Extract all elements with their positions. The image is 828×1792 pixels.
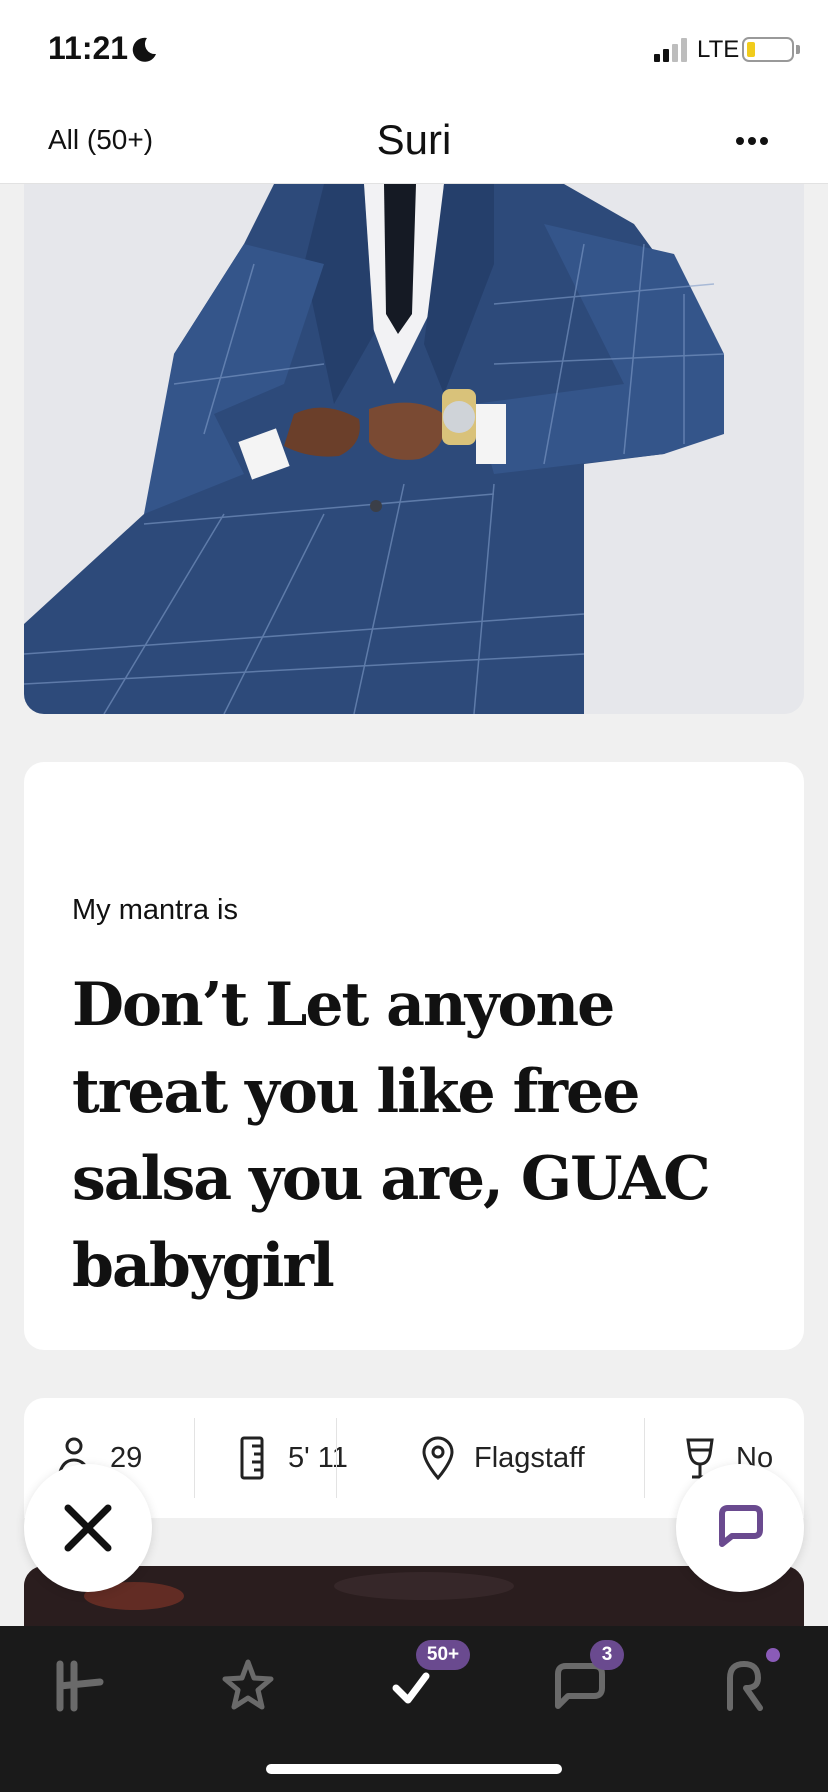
divider — [194, 1418, 195, 1498]
prompt-question: My mantra is — [72, 894, 238, 926]
tab-discover[interactable] — [52, 1656, 112, 1716]
battery-icon — [742, 37, 794, 62]
divider — [644, 1418, 645, 1498]
status-time: 11:21 — [48, 30, 129, 66]
more-options-icon[interactable] — [732, 124, 772, 158]
profile-notification-dot — [766, 1648, 780, 1662]
status-bar: 11:21 LTE — [0, 0, 828, 92]
location-pin-icon — [422, 1436, 454, 1480]
height-value: 5' 11 — [288, 1441, 348, 1474]
network-label: LTE — [697, 36, 740, 63]
profile-icon — [727, 1661, 763, 1711]
prompt-card[interactable]: My mantra is Don’t Let anyone treat you … — [24, 762, 804, 1350]
profile-photo[interactable] — [24, 184, 804, 714]
next-profile-photo[interactable] — [24, 1566, 804, 1626]
detail-location: Flagstaff — [418, 1398, 585, 1518]
moon-icon — [132, 37, 156, 62]
signal-icon — [654, 38, 687, 62]
matches-count-badge: 3 — [590, 1640, 624, 1670]
location-value: Flagstaff — [474, 1441, 585, 1474]
skip-button[interactable] — [24, 1464, 152, 1592]
close-icon — [64, 1504, 112, 1552]
ruler-icon — [240, 1436, 264, 1480]
tab-profile[interactable] — [716, 1656, 776, 1716]
comment-icon — [719, 1505, 763, 1547]
star-icon — [222, 1659, 274, 1710]
likes-count-badge: 50+ — [416, 1640, 470, 1670]
battery-nub — [796, 45, 800, 54]
prompt-answer: Don’t Let anyone treat you like free sal… — [72, 970, 711, 1301]
divider — [336, 1418, 337, 1498]
detail-height: 5' 11 — [232, 1398, 348, 1518]
battery-level — [747, 42, 755, 57]
comment-button[interactable] — [676, 1464, 804, 1592]
profile-header: All (50+) Suri — [0, 92, 828, 184]
profile-name: Suri — [376, 116, 452, 163]
hinge-home-icon — [56, 1660, 104, 1712]
home-indicator[interactable] — [266, 1764, 562, 1774]
tab-standouts[interactable] — [218, 1656, 278, 1716]
